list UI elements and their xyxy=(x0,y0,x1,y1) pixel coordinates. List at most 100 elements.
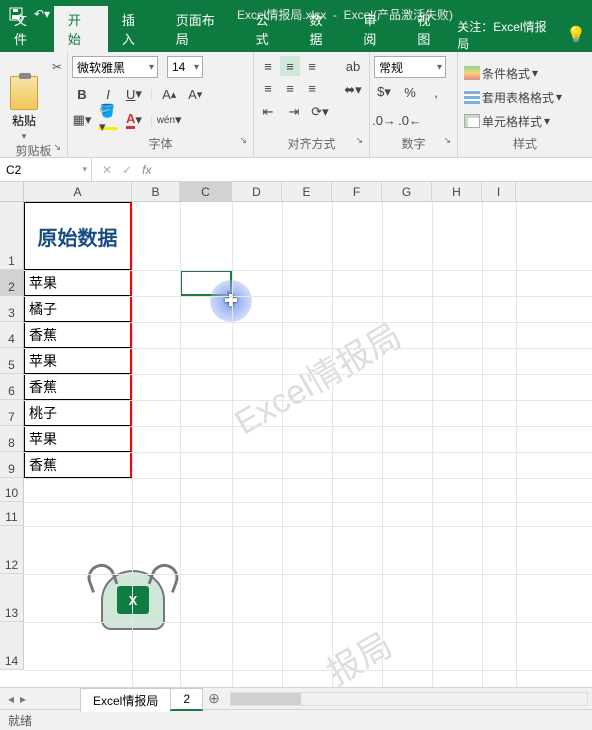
col-header-A[interactable]: A xyxy=(24,182,132,201)
cell-A2[interactable]: 苹果 xyxy=(24,270,132,296)
align-center-button[interactable]: ≡ xyxy=(280,78,300,98)
row-header-14[interactable]: 14 xyxy=(0,622,23,670)
merge-button[interactable]: ⬌▾ xyxy=(338,80,368,100)
cell-A4[interactable]: 香蕉 xyxy=(24,322,132,348)
row-header-3[interactable]: 3 xyxy=(0,296,23,322)
fill-color-button[interactable]: 🪣▾ xyxy=(98,110,118,130)
align-top-button[interactable]: ≡ xyxy=(258,56,278,76)
add-sheet-button[interactable]: ⊕ xyxy=(202,690,226,707)
status-bar: 就绪 xyxy=(0,709,592,730)
row-header-10[interactable]: 10 xyxy=(0,478,23,502)
row-header-12[interactable]: 12 xyxy=(0,526,23,574)
increase-decimal-button[interactable]: .0→ xyxy=(374,110,394,130)
font-color-button[interactable]: A▾ xyxy=(124,110,144,130)
row-header-2[interactable]: 2 xyxy=(0,270,23,296)
formula-input[interactable] xyxy=(161,158,592,181)
row-header-4[interactable]: 4 xyxy=(0,322,23,348)
follow-link[interactable]: 关注：Excel情报局 xyxy=(457,18,558,52)
mascot-image: X xyxy=(88,554,178,644)
row-header-7[interactable]: 7 xyxy=(0,400,23,426)
cell-A9[interactable]: 香蕉 xyxy=(24,452,132,478)
ribbon: ✂ 粘贴 ▾ 剪贴板 ↘ 微软雅黑 14 B I U▾ | A▴ A▾ ▦▾ xyxy=(0,52,592,158)
sheet-tab-2[interactable]: 2 xyxy=(170,688,203,711)
help-icon[interactable]: 💡 xyxy=(566,25,586,45)
tab-data[interactable]: 数据 xyxy=(296,6,350,52)
cell-style-button[interactable]: 单元格样式 ▾ xyxy=(462,110,552,132)
col-header-I[interactable]: I xyxy=(482,182,516,201)
accept-formula-icon[interactable]: ✓ xyxy=(122,163,132,177)
increase-indent-button[interactable]: ⇥ xyxy=(284,102,304,122)
decrease-decimal-button[interactable]: .0← xyxy=(400,110,420,130)
formula-bar: C2 ✕ ✓ fx xyxy=(0,158,592,182)
paste-icon[interactable] xyxy=(10,76,38,110)
sheet-tab-1[interactable]: Excel情报局 xyxy=(80,688,171,712)
cut-icon[interactable]: ✂ xyxy=(52,60,62,74)
border-button[interactable]: ▦▾ xyxy=(72,110,92,130)
row-header-9[interactable]: 9 xyxy=(0,452,23,478)
sheet-nav-prev-icon[interactable]: ◂ xyxy=(8,692,14,706)
cell-A1[interactable]: 原始数据 xyxy=(24,202,132,270)
orientation-button[interactable]: ⟳▾ xyxy=(310,102,330,122)
tab-home[interactable]: 开始 xyxy=(54,6,108,52)
decrease-indent-button[interactable]: ⇤ xyxy=(258,102,278,122)
col-header-E[interactable]: E xyxy=(282,182,332,201)
number-format-select[interactable]: 常规 xyxy=(374,56,446,78)
cell-style-icon xyxy=(464,114,480,128)
percent-button[interactable]: % xyxy=(400,82,420,102)
cell-A7[interactable]: 桃子 xyxy=(24,400,132,426)
align-grid: ≡ ≡ ≡ ≡ ≡ ≡ xyxy=(258,56,330,98)
col-header-H[interactable]: H xyxy=(432,182,482,201)
italic-button[interactable]: I xyxy=(98,84,118,104)
tab-review[interactable]: 审阅 xyxy=(349,6,403,52)
col-header-G[interactable]: G xyxy=(382,182,432,201)
horizontal-scrollbar[interactable] xyxy=(230,692,588,706)
conditional-format-icon xyxy=(464,66,480,80)
underline-button[interactable]: U▾ xyxy=(124,84,144,104)
col-header-D[interactable]: D xyxy=(232,182,282,201)
cell-A6[interactable]: 香蕉 xyxy=(24,374,132,400)
tab-insert[interactable]: 插入 xyxy=(108,6,162,52)
row-header-13[interactable]: 13 xyxy=(0,574,23,622)
row-header-1[interactable]: 1 xyxy=(0,202,23,270)
align-bottom-button[interactable]: ≡ xyxy=(302,56,322,76)
ribbon-tabs: 文件 开始 插入 页面布局 公式 数据 审阅 视图 关注：Excel情报局 💡 xyxy=(0,28,592,52)
cell-A3[interactable]: 橘子 xyxy=(24,296,132,322)
font-size-select[interactable]: 14 xyxy=(167,56,203,78)
shrink-font-button[interactable]: A▾ xyxy=(185,84,205,104)
grow-font-button[interactable]: A▴ xyxy=(159,84,179,104)
tab-view[interactable]: 视图 xyxy=(403,6,457,52)
conditional-format-button[interactable]: 条件格式 ▾ xyxy=(462,62,540,84)
select-all-corner[interactable] xyxy=(0,182,24,202)
align-right-button[interactable]: ≡ xyxy=(302,78,322,98)
table-format-button[interactable]: 套用表格格式 ▾ xyxy=(462,86,564,108)
col-header-F[interactable]: F xyxy=(332,182,382,201)
font-group-label: 字体 ↘ xyxy=(72,135,249,155)
col-header-B[interactable]: B xyxy=(132,182,180,201)
active-cell-selection xyxy=(180,270,232,296)
row-header-5[interactable]: 5 xyxy=(0,348,23,374)
accounting-button[interactable]: $▾ xyxy=(374,82,394,102)
tab-file[interactable]: 文件 xyxy=(0,6,54,52)
tab-layout[interactable]: 页面布局 xyxy=(162,6,242,52)
font-name-select[interactable]: 微软雅黑 xyxy=(72,56,158,78)
number-group-label: 数字 ↘ xyxy=(374,135,453,155)
col-header-C[interactable]: C xyxy=(180,182,232,201)
tab-formula[interactable]: 公式 xyxy=(242,6,296,52)
phonetic-button[interactable]: wén▾ xyxy=(159,110,179,130)
comma-button[interactable]: , xyxy=(426,82,446,102)
fx-icon[interactable]: fx xyxy=(142,163,151,177)
row-header-6[interactable]: 6 xyxy=(0,374,23,400)
align-left-button[interactable]: ≡ xyxy=(258,78,278,98)
bold-button[interactable]: B xyxy=(72,84,92,104)
wrap-text-button[interactable]: ab xyxy=(338,56,368,76)
spreadsheet-grid[interactable]: ABCDEFGHI 1234567891011121314 Excel情报局 报… xyxy=(0,182,592,687)
row-header-8[interactable]: 8 xyxy=(0,426,23,452)
name-box[interactable]: C2 xyxy=(0,158,92,181)
paste-button[interactable]: 粘贴 xyxy=(12,112,36,129)
cancel-formula-icon[interactable]: ✕ xyxy=(102,163,112,177)
row-header-11[interactable]: 11 xyxy=(0,502,23,526)
sheet-nav-next-icon[interactable]: ▸ xyxy=(20,692,26,706)
cell-A8[interactable]: 苹果 xyxy=(24,426,132,452)
cell-A5[interactable]: 苹果 xyxy=(24,348,132,374)
align-middle-button[interactable]: ≡ xyxy=(280,56,300,76)
